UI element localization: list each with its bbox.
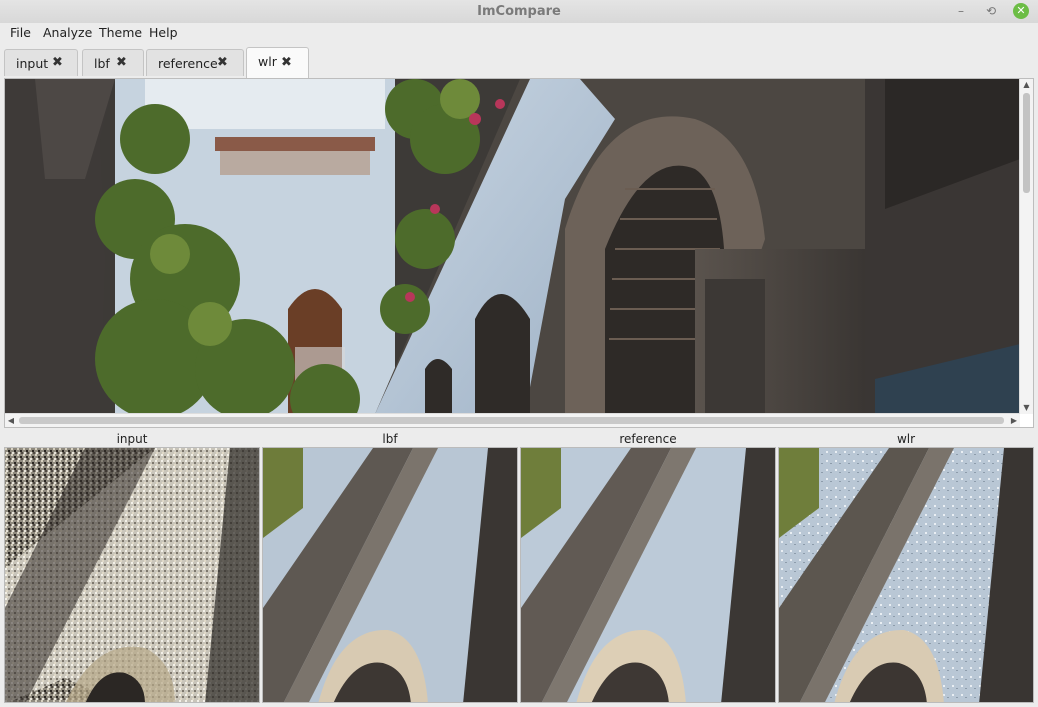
crop-image-reference[interactable] xyxy=(520,447,776,703)
crop-input: input xyxy=(4,432,260,703)
scroll-down-icon[interactable]: ▼ xyxy=(1020,402,1033,414)
scroll-left-icon[interactable]: ◀ xyxy=(5,414,17,427)
scroll-up-icon[interactable]: ▲ xyxy=(1020,79,1033,91)
crop-reference: reference xyxy=(520,432,776,703)
horizontal-scroll-thumb[interactable] xyxy=(19,417,1004,424)
tab-label: reference xyxy=(158,56,218,71)
menu-file[interactable]: File xyxy=(10,25,31,40)
menu-theme[interactable]: Theme xyxy=(99,25,142,40)
close-window-icon[interactable]: ✕ xyxy=(1013,3,1029,19)
image-viewer[interactable]: ▲ ▼ ◀ ▶ xyxy=(4,78,1034,428)
title-bar: ImCompare – ⟲ ✕ xyxy=(0,0,1038,24)
menu-help[interactable]: Help xyxy=(149,25,178,40)
close-tab-icon[interactable]: ✖ xyxy=(281,55,292,70)
tab-reference[interactable]: reference ✖ xyxy=(146,49,244,76)
horizontal-scrollbar[interactable]: ◀ ▶ xyxy=(5,413,1020,427)
crop-label: lbf xyxy=(382,432,398,446)
crop-wlr: wlr xyxy=(778,432,1034,703)
crop-image-wlr[interactable] xyxy=(778,447,1034,703)
vertical-scrollbar[interactable]: ▲ ▼ xyxy=(1019,79,1033,414)
noisy-crop xyxy=(5,448,259,702)
restore-icon[interactable]: ⟲ xyxy=(983,3,999,19)
reference-crop xyxy=(521,448,775,702)
vertical-scroll-thumb[interactable] xyxy=(1023,93,1030,193)
lbf-crop xyxy=(263,448,517,702)
wlr-crop xyxy=(779,448,1033,702)
crop-image-input[interactable] xyxy=(4,447,260,703)
tab-bar: input ✖ lbf ✖ reference ✖ wlr ✖ xyxy=(0,43,1038,78)
close-tab-icon[interactable]: ✖ xyxy=(52,55,63,70)
crop-label: input xyxy=(116,432,148,446)
tab-label: wlr xyxy=(258,54,277,69)
tab-lbf[interactable]: lbf ✖ xyxy=(82,49,144,76)
crop-lbf: lbf xyxy=(262,432,518,703)
tab-label: lbf xyxy=(94,56,110,71)
crop-label: wlr xyxy=(896,432,916,446)
main-image[interactable] xyxy=(5,79,1020,414)
close-tab-icon[interactable]: ✖ xyxy=(217,55,228,70)
menu-analyze[interactable]: Analyze xyxy=(43,25,92,40)
minimize-icon[interactable]: – xyxy=(953,3,969,19)
tab-input[interactable]: input ✖ xyxy=(4,49,78,76)
tab-wlr[interactable]: wlr ✖ xyxy=(246,47,309,78)
window-title: ImCompare xyxy=(477,4,561,19)
tab-label: input xyxy=(16,56,49,71)
crop-label: reference xyxy=(619,432,677,446)
close-tab-icon[interactable]: ✖ xyxy=(116,55,127,70)
scroll-right-icon[interactable]: ▶ xyxy=(1008,414,1020,427)
crop-image-lbf[interactable] xyxy=(262,447,518,703)
courtyard-render xyxy=(5,79,1020,414)
menu-bar: File Analyze Theme Help xyxy=(0,23,1038,43)
